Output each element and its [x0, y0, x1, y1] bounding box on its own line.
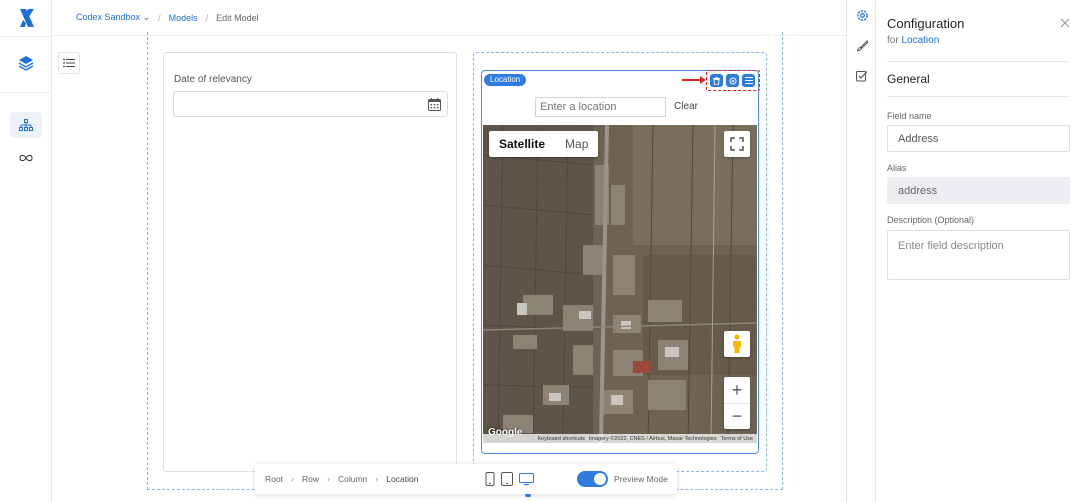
- annotation-highlight: [706, 70, 760, 91]
- tab-style[interactable]: [855, 39, 869, 53]
- x-logo-icon[interactable]: [18, 8, 36, 28]
- settings-button[interactable]: [726, 74, 739, 87]
- tablet-icon: [501, 472, 513, 486]
- list-icon: [63, 58, 75, 68]
- rail-divider: [0, 36, 52, 37]
- panel-subtitle: for Location: [887, 35, 939, 46]
- pegman-icon: [733, 334, 741, 353]
- layers-icon: [18, 56, 34, 71]
- terms-link[interactable]: Terms of Use: [721, 436, 753, 442]
- imagery-credit: Imagery ©2022, CNES / Airbus, Maxar Tech…: [588, 435, 717, 442]
- map-type-toggle: Satellite Map: [489, 131, 599, 157]
- trash-icon: [713, 76, 720, 85]
- desktop-icon: [519, 472, 534, 485]
- date-input[interactable]: [173, 91, 448, 117]
- map-type-satellite[interactable]: Satellite: [489, 131, 555, 157]
- description-textarea[interactable]: Enter field description: [887, 230, 1070, 280]
- preview-mode-toggle[interactable]: [577, 471, 608, 487]
- map-view[interactable]: Satellite Map + − Google Keyboard shortc…: [483, 125, 757, 443]
- rail-divider: [0, 92, 52, 93]
- layers-button[interactable]: [10, 50, 42, 76]
- menu-button[interactable]: [742, 74, 755, 87]
- breadcrumb-separator: /: [158, 12, 161, 23]
- alias-input: address: [887, 177, 1070, 204]
- map-type-map[interactable]: Map: [555, 131, 598, 157]
- infinity-button[interactable]: [10, 145, 42, 171]
- keyboard-shortcuts-link[interactable]: Keyboard shortcuts: [537, 436, 584, 442]
- phone-icon: [485, 472, 495, 486]
- configuration-panel: Configuration for Location General Field…: [876, 0, 1080, 502]
- panel-tabs: [846, 0, 876, 502]
- panel-subtitle-target[interactable]: Location: [901, 35, 939, 46]
- chevron-right-icon: ›: [375, 474, 379, 484]
- chevron-right-icon: ›: [326, 474, 330, 484]
- breadcrumb: Codex Sandbox ⌄ / Models / Edit Model: [76, 12, 259, 23]
- zoom-in-button[interactable]: +: [724, 377, 750, 403]
- top-bar: Codex Sandbox ⌄ / Models / Edit Model: [52, 0, 846, 36]
- model-tree-button[interactable]: [10, 112, 42, 138]
- active-device-indicator: [525, 494, 531, 497]
- section-title[interactable]: General: [887, 72, 930, 86]
- zoom-out-button[interactable]: −: [724, 403, 750, 429]
- calendar-icon[interactable]: [428, 98, 441, 111]
- date-field-label: Date of relevancy: [174, 74, 252, 85]
- panel-subtitle-prefix: for: [887, 35, 899, 46]
- clear-button[interactable]: Clear: [674, 101, 698, 112]
- delete-button[interactable]: [710, 74, 723, 87]
- column-left[interactable]: Date of relevancy: [163, 52, 457, 472]
- location-search-input[interactable]: [535, 97, 666, 117]
- menu-icon: [744, 77, 753, 84]
- breadcrumb-current: Edit Model: [216, 12, 259, 23]
- gear-icon: [856, 9, 868, 21]
- map-attribution: Keyboard shortcuts Imagery ©2022, CNES /…: [483, 434, 757, 443]
- path-row[interactable]: Row: [302, 474, 319, 484]
- brush-icon: [856, 40, 868, 52]
- desktop-view-button[interactable]: [519, 472, 534, 486]
- tab-validation[interactable]: [855, 69, 869, 83]
- tab-configuration[interactable]: [855, 8, 869, 22]
- divider: [887, 96, 1070, 97]
- location-field[interactable]: Location Clear: [481, 70, 760, 454]
- close-icon[interactable]: [1060, 18, 1070, 28]
- field-name-input[interactable]: Address: [887, 125, 1070, 152]
- outline-button[interactable]: [58, 52, 80, 74]
- chevron-right-icon: ›: [290, 474, 294, 484]
- panel-title: Configuration: [887, 16, 965, 31]
- checklist-icon: [856, 71, 868, 82]
- divider: [887, 61, 1070, 62]
- breadcrumb-workspace[interactable]: Codex Sandbox ⌄: [76, 12, 150, 23]
- annotation-arrow: [682, 76, 706, 84]
- field-name-label: Field name: [887, 111, 932, 121]
- description-label: Description (Optional): [887, 215, 975, 225]
- editor-canvas: Date of relevancy Location Enter a locat…: [52, 32, 846, 502]
- infinity-icon: [19, 154, 33, 162]
- breadcrumb-separator: /: [205, 12, 209, 23]
- fullscreen-button[interactable]: [724, 131, 750, 157]
- satellite-imagery[interactable]: [483, 125, 757, 443]
- tablet-view-button[interactable]: [501, 472, 513, 486]
- chevron-down-icon: ⌄: [142, 12, 151, 22]
- gear-icon: [729, 77, 736, 84]
- left-rail: [0, 0, 52, 502]
- hierarchy-icon: [19, 119, 33, 131]
- street-view-button[interactable]: [724, 331, 750, 357]
- location-tag[interactable]: Location: [484, 74, 527, 86]
- path-location[interactable]: Location: [386, 474, 418, 484]
- bottom-toolbar: Root › Row › Column › Location Preview M…: [255, 464, 677, 497]
- element-path: Root › Row › Column › Location: [255, 474, 485, 484]
- mobile-view-button[interactable]: [485, 472, 495, 486]
- device-switcher: [485, 472, 565, 497]
- breadcrumb-models[interactable]: Models: [169, 13, 198, 23]
- path-root[interactable]: Root: [265, 474, 283, 484]
- preview-mode-label: Preview Mode: [614, 474, 668, 484]
- alias-label: Alias: [887, 163, 907, 173]
- path-column[interactable]: Column: [338, 474, 367, 484]
- zoom-control: + −: [724, 377, 750, 429]
- fullscreen-icon: [730, 137, 744, 151]
